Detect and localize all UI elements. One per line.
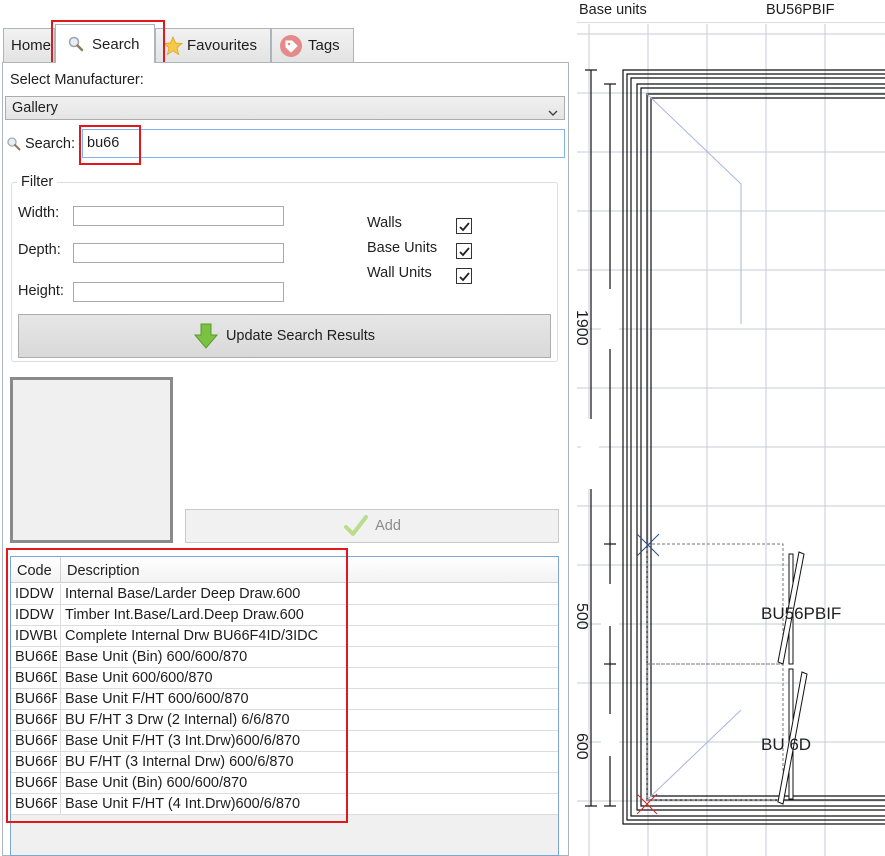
drawing-header-right: BU56PBIF xyxy=(766,2,835,18)
down-arrow-icon xyxy=(193,323,219,349)
star-icon xyxy=(162,35,184,56)
unit-label-bu56pbif[interactable]: BU56PBIF xyxy=(761,604,841,624)
check-icon xyxy=(458,221,470,231)
row-code: IDDW xyxy=(15,586,54,602)
table-row[interactable]: BU66F Base Unit F/HT (3 Int.Drw)600/6/870 xyxy=(11,731,558,752)
column-header-description[interactable]: Description xyxy=(67,563,140,579)
height-label: Height: xyxy=(18,283,64,299)
add-button[interactable]: Add xyxy=(185,509,559,543)
tab-favourites-label: Favourites xyxy=(187,37,258,54)
cell-divider xyxy=(60,668,61,689)
height-input[interactable] xyxy=(73,282,284,302)
row-code: IDWBU xyxy=(15,628,57,644)
table-row[interactable]: IDDW Internal Base/Larder Deep Draw.600 xyxy=(11,584,558,605)
table-row[interactable]: BU66F Base Unit (Bin) 600/600/870 xyxy=(11,773,558,794)
row-description: Base Unit F/HT (3 Int.Drw)600/6/870 xyxy=(65,733,301,749)
row-code: BU66F xyxy=(15,754,57,770)
tab-favourites[interactable]: Favourites xyxy=(155,28,271,62)
checkmark-icon xyxy=(343,513,369,539)
tab-search-label: Search xyxy=(92,35,140,53)
width-label: Width: xyxy=(18,205,60,221)
update-search-button[interactable]: Update Search Results xyxy=(18,314,551,358)
wall-units-label: Wall Units xyxy=(367,265,432,281)
row-description: BU F/HT 3 Drw (2 Internal) 6/6/870 xyxy=(65,712,290,728)
row-code: BU66F xyxy=(15,733,57,749)
cell-divider xyxy=(60,710,61,731)
tab-search[interactable]: Search xyxy=(55,24,155,63)
dimension-label-500: 500 xyxy=(577,603,590,630)
check-icon xyxy=(458,246,470,256)
tab-tags[interactable]: Tags xyxy=(271,28,354,62)
cell-divider xyxy=(60,752,61,773)
column-header-code[interactable]: Code xyxy=(17,563,52,579)
table-row[interactable]: BU66D Base Unit 600/600/870 xyxy=(11,668,558,689)
cell-divider xyxy=(60,584,61,605)
row-description: Base Unit (Bin) 600/600/870 xyxy=(65,649,248,665)
drawing-top-rule xyxy=(577,22,885,23)
row-description: Base Unit 600/600/870 xyxy=(65,670,213,686)
update-search-label: Update Search Results xyxy=(225,328,376,344)
add-button-label: Add xyxy=(375,518,401,534)
wall-units-checkbox[interactable] xyxy=(456,268,472,284)
manufacturer-dropdown[interactable]: Gallery xyxy=(5,96,565,120)
tab-home-label: Home xyxy=(11,37,52,54)
chevron-down-icon xyxy=(548,104,558,120)
cell-divider xyxy=(60,647,61,668)
table-row[interactable]: BU66F Base Unit F/HT 600/600/870 xyxy=(11,689,558,710)
unit-label-bu66d[interactable]: BU 6D xyxy=(761,735,811,755)
manufacturer-selected: Gallery xyxy=(12,100,58,116)
walls-checkbox[interactable] xyxy=(456,218,472,234)
table-row[interactable]: BU66F BU F/HT (3 Internal Drw) 600/6/870 xyxy=(11,752,558,773)
row-code: BU66F xyxy=(15,796,57,812)
row-description: Complete Internal Drw BU66F4ID/3IDC xyxy=(65,628,319,644)
cell-divider xyxy=(60,605,61,626)
search-input-value: bu66 xyxy=(87,135,120,151)
base-units-label: Base Units xyxy=(367,240,438,256)
row-description: Base Unit F/HT (4 Int.Drw)600/6/870 xyxy=(65,796,301,812)
dimension-label-1900: 1900 xyxy=(577,310,590,346)
table-row[interactable]: BU66B Base Unit (Bin) 600/600/870 xyxy=(11,647,558,668)
search-field-icon xyxy=(6,136,22,155)
row-description: Timber Int.Base/Lard.Deep Draw.600 xyxy=(65,607,304,623)
results-header: Code Description xyxy=(11,557,558,583)
cell-divider xyxy=(60,626,61,647)
depth-label: Depth: xyxy=(18,242,61,258)
row-code: BU66B xyxy=(15,649,57,665)
tab-tags-label: Tags xyxy=(308,37,340,54)
preview-image xyxy=(10,377,173,543)
plan-drawing-canvas[interactable]: 1900 3000 500 600 BU56PBIF BU 6D xyxy=(577,24,885,856)
row-code: IDDW xyxy=(15,607,54,623)
walls-label: Walls xyxy=(367,215,402,231)
cell-divider xyxy=(60,731,61,752)
tag-icon xyxy=(279,34,303,58)
row-code: BU66F xyxy=(15,775,57,791)
base-units-checkbox[interactable] xyxy=(456,243,472,259)
row-description: Base Unit F/HT 600/600/870 xyxy=(65,691,249,707)
cell-divider xyxy=(60,689,61,710)
search-label: Search: xyxy=(25,136,75,152)
search-input[interactable]: bu66 xyxy=(82,129,565,158)
row-description: Base Unit (Bin) 600/600/870 xyxy=(65,775,248,791)
row-description: Internal Base/Larder Deep Draw.600 xyxy=(65,586,301,602)
row-description: BU F/HT (3 Internal Drw) 600/6/870 xyxy=(65,754,294,770)
table-row[interactable]: BU66F BU F/HT 3 Drw (2 Internal) 6/6/870 xyxy=(11,710,558,731)
column-divider xyxy=(60,557,61,583)
row-code: BU66F xyxy=(15,712,57,728)
table-row[interactable]: BU66F Base Unit F/HT (4 Int.Drw)600/6/870 xyxy=(11,794,558,815)
tab-home[interactable]: Home xyxy=(3,28,55,62)
check-icon xyxy=(458,271,470,281)
manufacturer-label: Select Manufacturer: xyxy=(10,72,144,88)
table-row[interactable]: IDDW Timber Int.Base/Lard.Deep Draw.600 xyxy=(11,605,558,626)
width-input[interactable] xyxy=(73,206,284,226)
table-row[interactable]: IDWBU Complete Internal Drw BU66F4ID/3IDC xyxy=(11,626,558,647)
row-code: BU66D xyxy=(15,670,57,686)
dimension-label-600: 600 xyxy=(577,733,590,760)
filter-title: Filter xyxy=(17,174,58,190)
cell-divider xyxy=(60,773,61,794)
depth-input[interactable] xyxy=(73,243,284,263)
row-code: BU66F xyxy=(15,691,57,707)
drawing-header-left: Base units xyxy=(579,2,647,18)
cell-divider xyxy=(60,794,61,815)
search-icon xyxy=(67,35,85,53)
